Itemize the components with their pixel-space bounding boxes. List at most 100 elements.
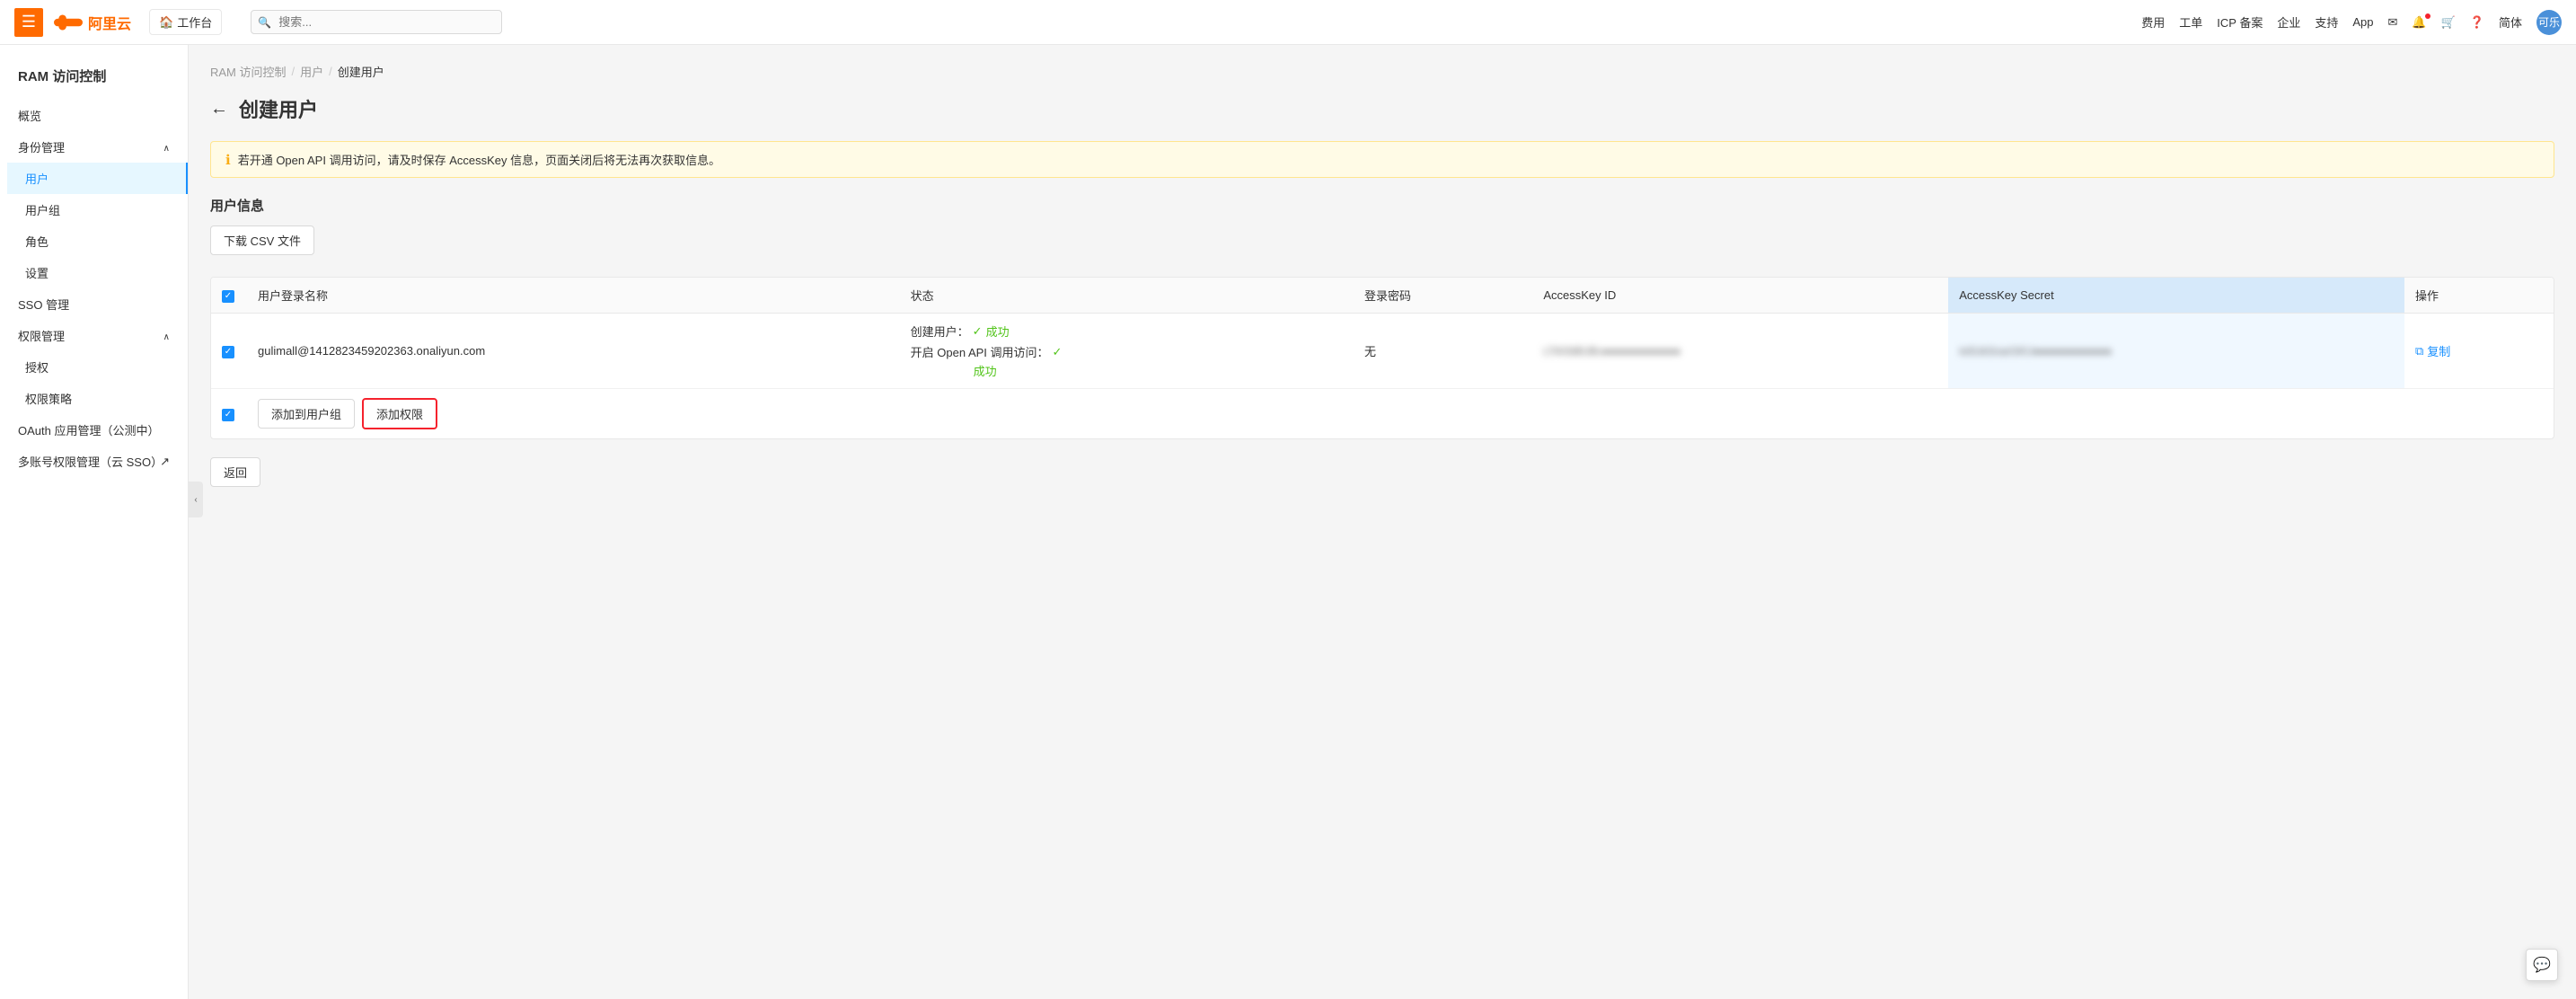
- nav-support[interactable]: 支持: [2315, 13, 2338, 31]
- row-password: 无: [1354, 314, 1532, 389]
- hamburger-menu[interactable]: ☰: [14, 8, 43, 37]
- oauth-label: OAuth 应用管理（公测中）: [18, 421, 159, 438]
- nav-app[interactable]: App: [2352, 15, 2373, 29]
- th-username: 用户登录名称: [247, 278, 900, 314]
- sidebar-item-users[interactable]: 用户: [7, 163, 188, 194]
- aliyun-logo-icon: [54, 13, 83, 32]
- sidebar-item-oauth[interactable]: OAuth 应用管理（公测中）: [0, 414, 188, 446]
- workbench-label: 工作台: [177, 13, 212, 31]
- th-checkbox: ✓: [211, 278, 247, 314]
- nav-icp[interactable]: ICP 备案: [2217, 13, 2263, 31]
- breadcrumb-current: 创建用户: [338, 63, 384, 80]
- logo-text: 阿里云: [88, 12, 131, 33]
- sidebar: RAM 访问控制 概览 身份管理 用户 用户组 角色 设置 SSO 管理: [0, 45, 189, 999]
- permissions-submenu: 授权 权限策略: [0, 351, 188, 414]
- avatar[interactable]: 可乐: [2536, 10, 2562, 35]
- nav-right-items: 费用 工单 ICP 备案 企业 支持 App ✉ 🔔 🛒 ❓ 简体 可乐: [2141, 10, 2562, 35]
- back-arrow-icon[interactable]: ←: [210, 99, 228, 119]
- permissions-label: 权限管理: [18, 327, 65, 344]
- workbench-button[interactable]: 🏠 工作台: [149, 9, 222, 35]
- usergroups-label: 用户组: [25, 201, 60, 218]
- sidebar-section-permissions[interactable]: 权限管理: [0, 320, 188, 351]
- search-input[interactable]: [251, 10, 502, 34]
- sidebar-collapse-toggle[interactable]: ‹: [189, 482, 203, 517]
- sidebar-item-authorization[interactable]: 授权: [7, 351, 188, 383]
- chat-icon: 💬: [2533, 956, 2551, 974]
- status-line1: 创建用户：: [911, 323, 969, 340]
- page-header: ← 创建用户: [210, 94, 2554, 123]
- breadcrumb-root[interactable]: RAM 访问控制: [210, 63, 287, 80]
- identity-submenu: 用户 用户组 角色 设置: [0, 163, 188, 288]
- row-checkbox-cell: ✓: [211, 314, 247, 389]
- identity-collapse-icon: [163, 140, 170, 154]
- copy-label: 复制: [2427, 342, 2450, 359]
- sso-label: SSO 管理: [18, 296, 69, 313]
- status-line2: 开启 Open API 调用访问：: [911, 343, 1049, 360]
- row-username: gulimall@1412823459202363.onaliyun.com: [247, 314, 900, 389]
- action-checkbox-cell: ✓: [211, 389, 247, 439]
- row-operation: ⧉ 复制: [2404, 314, 2554, 389]
- chat-widget[interactable]: 💬: [2526, 949, 2558, 981]
- cart-icon[interactable]: 🛒: [2441, 15, 2456, 30]
- roles-label: 角色: [25, 233, 49, 250]
- permission-policy-label: 权限策略: [25, 390, 72, 407]
- copy-button[interactable]: ⧉ 复制: [2415, 342, 2543, 359]
- page-title: 创建用户: [239, 94, 318, 123]
- th-status: 状态: [900, 278, 1354, 314]
- status-success2: 成功: [974, 365, 997, 378]
- nav-fees[interactable]: 费用: [2141, 13, 2165, 31]
- th-operation: 操作: [2404, 278, 2554, 314]
- sidebar-title: RAM 访问控制: [0, 59, 188, 100]
- external-link-icon: ↗: [160, 455, 170, 469]
- back-button[interactable]: 返回: [210, 457, 260, 487]
- row-checkbox[interactable]: ✓: [222, 346, 234, 358]
- multi-account-label: 多账号权限管理（云 SSO）: [18, 453, 160, 470]
- accesskey-secret-value: Ie5UkSnarGKU●●●●●●●●●●●●: [1959, 345, 2112, 358]
- logo: 阿里云: [54, 12, 131, 33]
- notification-dot: [2425, 13, 2430, 19]
- action-row-checkbox[interactable]: ✓: [222, 409, 234, 421]
- notification-bell[interactable]: 🔔: [2412, 15, 2426, 30]
- select-all-checkbox[interactable]: ✓: [222, 290, 234, 303]
- search-container: 🔍: [251, 10, 610, 34]
- warning-banner: ℹ 若开通 Open API 调用访问，请及时保存 AccessKey 信息，页…: [210, 141, 2554, 178]
- warning-text: 若开通 Open API 调用访问，请及时保存 AccessKey 信息，页面关…: [238, 151, 720, 168]
- action-table-row: ✓ 添加到用户组 添加权限: [211, 389, 2554, 439]
- copy-icon: ⧉: [2415, 344, 2423, 358]
- users-label: 用户: [25, 170, 49, 187]
- breadcrumb: RAM 访问控制 / 用户 / 创建用户: [210, 63, 2554, 80]
- sidebar-item-sso[interactable]: SSO 管理: [0, 288, 188, 320]
- section-title: 用户信息: [210, 196, 2554, 215]
- sidebar-item-permission-policy[interactable]: 权限策略: [7, 383, 188, 414]
- sidebar-item-multi-account[interactable]: 多账号权限管理（云 SSO） ↗: [0, 446, 188, 477]
- sidebar-item-usergroups[interactable]: 用户组: [7, 194, 188, 225]
- accesskey-id-value: LTAIStBUBc●●●●●●●●●●●●: [1543, 345, 1681, 358]
- top-navigation: ☰ 阿里云 🏠 工作台 🔍 费用 工单 ICP 备案 企业 支持 App ✉ 🔔…: [0, 0, 2576, 45]
- nav-workorder[interactable]: 工单: [2179, 13, 2202, 31]
- status-check2: ✓: [1053, 345, 1063, 359]
- settings-label: 设置: [25, 264, 49, 281]
- mail-icon[interactable]: ✉: [2388, 15, 2398, 30]
- simplified-label[interactable]: 简体: [2499, 13, 2522, 31]
- row-accesskey-secret: Ie5UkSnarGKU●●●●●●●●●●●●: [1948, 314, 2404, 389]
- sidebar-item-roles[interactable]: 角色: [7, 225, 188, 257]
- add-permission-button[interactable]: 添加权限: [362, 398, 437, 429]
- table-row: ✓ gulimall@1412823459202363.onaliyun.com…: [211, 314, 2554, 389]
- download-csv-button[interactable]: 下载 CSV 文件: [210, 225, 314, 255]
- nav-enterprise[interactable]: 企业: [2277, 13, 2300, 31]
- th-accesskey-id: AccessKey ID: [1532, 278, 1948, 314]
- warning-icon: ℹ: [225, 152, 231, 168]
- add-to-group-button[interactable]: 添加到用户组: [258, 399, 355, 429]
- sidebar-item-overview[interactable]: 概览: [0, 100, 188, 131]
- sidebar-item-settings[interactable]: 设置: [7, 257, 188, 288]
- help-icon[interactable]: ❓: [2470, 15, 2484, 30]
- th-accesskey-secret: AccessKey Secret: [1948, 278, 2404, 314]
- status-check1: ✓: [973, 324, 983, 339]
- sidebar-collapse-icon: ‹: [194, 495, 197, 505]
- sidebar-section-identity[interactable]: 身份管理: [0, 131, 188, 163]
- row-status: 创建用户： ✓ 成功 开启 Open API 调用访问： ✓ 成功: [900, 314, 1354, 389]
- home-icon: 🏠: [159, 15, 173, 30]
- breadcrumb-users[interactable]: 用户: [300, 63, 323, 80]
- authorization-label: 授权: [25, 358, 49, 376]
- permissions-collapse-icon: [163, 329, 170, 342]
